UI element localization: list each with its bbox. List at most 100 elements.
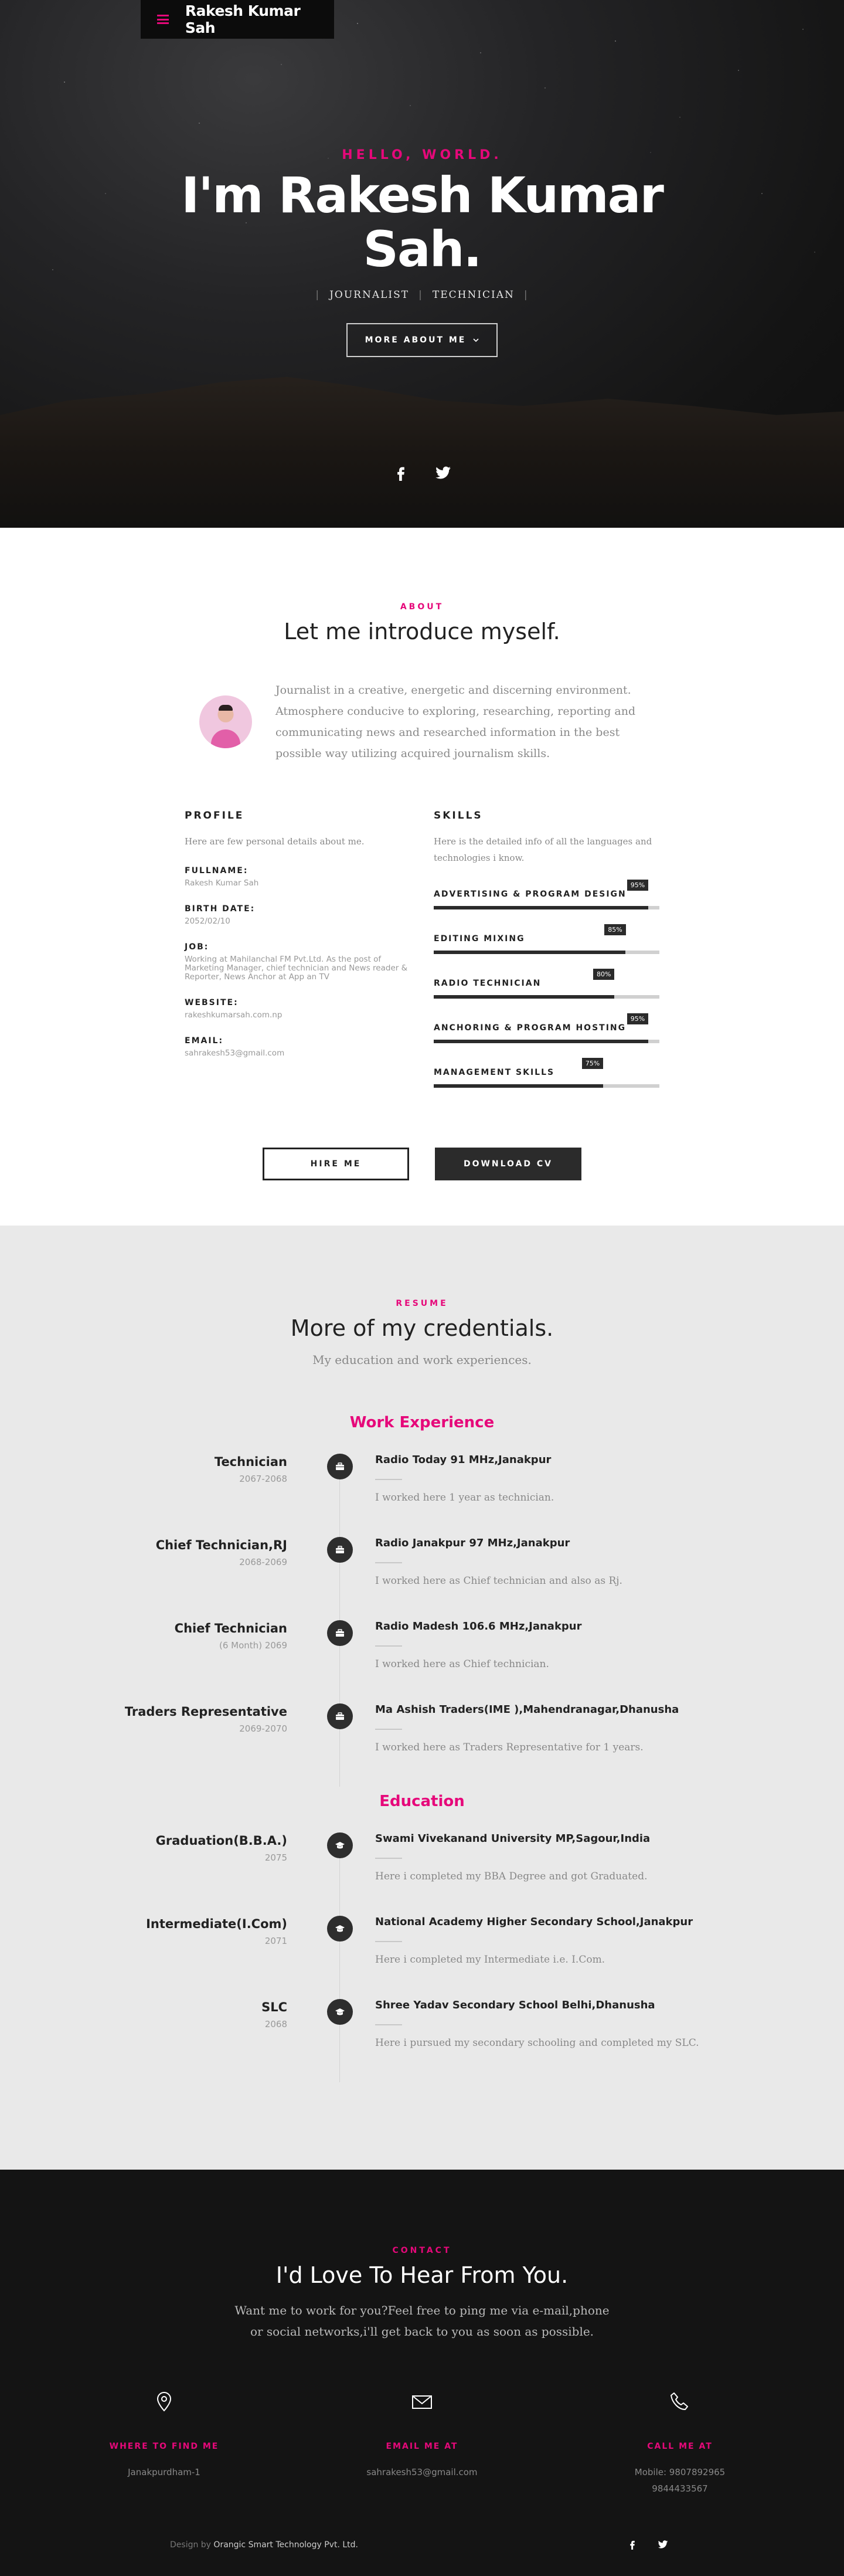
skill-item: MANAGEMENT SKILLS 75% (434, 1058, 659, 1088)
skill-bar: 95% (434, 1013, 659, 1043)
info-label: FULLNAME: (185, 866, 249, 875)
work-timeline: Technician 2067-2068 Radio Today 91 MHz,Ja… (0, 1454, 844, 1787)
phone-line-2[interactable]: 9844433567 (615, 2480, 744, 2497)
timeline-left: Graduation(B.B.A.) 2075 (0, 1832, 287, 1916)
facebook-icon[interactable] (393, 464, 409, 481)
skills-list: ADVERTISING & PROGRAM DESIGN 95% EDITING M… (434, 880, 659, 1088)
twitter-icon[interactable] (435, 464, 451, 481)
location-title: WHERE TO FIND ME (109, 2442, 219, 2451)
email-value[interactable]: sahrakesh53@gmail.com (358, 2464, 486, 2480)
timeline-item: Graduation(B.B.A.) 2075 Swami Vivekanand U… (0, 1832, 844, 1916)
skill-label: RADIO TECHNICIAN (434, 979, 542, 988)
timeline-item: Technician 2067-2068 Radio Today 91 MHz,Ja… (0, 1454, 844, 1537)
skill-bar-fill (434, 951, 626, 954)
graduation-cap-icon (327, 1832, 353, 1858)
timeline-org: Radio Today 91 MHz,Janakpur (375, 1454, 552, 1466)
graduation-cap-icon (327, 1999, 353, 2025)
skill-percent-badge: 95% (627, 1013, 649, 1024)
hero-greeting: HELLO, WORLD. (342, 148, 502, 162)
hire-me-button[interactable]: HIRE ME (263, 1148, 409, 1180)
skill-percent-badge: 80% (593, 969, 615, 980)
twitter-icon[interactable] (658, 2539, 668, 2550)
timeline-item: Intermediate(I.Com) 2071 National Academy … (0, 1916, 844, 1999)
profile-column: PROFILE Here are few personal details ab… (185, 810, 410, 1088)
timeline-org: Radio Madesh 106.6 MHz,Janakpur (375, 1620, 582, 1633)
timeline-title: Graduation(B.B.A.) (155, 1834, 287, 1848)
footer-social-links (627, 2539, 668, 2550)
info-job: JOB: Working at Mahilanchal FM Pvt.Ltd. … (185, 942, 410, 982)
footer-credit-brand[interactable]: Orangic Smart Technology Pvt. Ltd. (213, 2540, 358, 2550)
more-about-me-label: MORE ABOUT ME (365, 335, 467, 345)
contact-lead: Want me to work for you?Feel free to pin… (234, 2303, 610, 2339)
contact-columns: WHERE TO FIND ME Janakpurdham-1 EMAIL ME… (100, 2390, 744, 2497)
graduation-cap-icon (327, 1916, 353, 1942)
info-email: EMAIL: sahrakesh53@gmail.com (185, 1036, 410, 1058)
skill-bar: 80% (434, 969, 659, 999)
about-intro: Journalist in a creative, energetic and … (199, 680, 645, 764)
email-link[interactable]: sahrakesh53@gmail.com (185, 1049, 410, 1058)
info-value: Rakesh Kumar Sah (185, 878, 259, 888)
facebook-icon[interactable] (627, 2539, 638, 2550)
skill-label: ANCHORING & PROGRAM HOSTING (434, 1023, 627, 1033)
briefcase-icon (327, 1703, 353, 1729)
skill-label: MANAGEMENT SKILLS (434, 1068, 555, 1077)
timeline-date: 2069-2070 (239, 1723, 287, 1734)
hero-social-links (0, 464, 844, 481)
timeline-date: (6 Month) 2069 (219, 1640, 287, 1651)
contact-email: EMAIL ME AT sahrakesh53@gmail.com (358, 2390, 486, 2497)
timeline-desc: I worked here 1 year as technician. (375, 1492, 554, 1503)
skill-percent-badge: 95% (627, 880, 649, 891)
info-birth-date: BIRTH DATE: 2052/02/10 (185, 904, 410, 926)
timeline-title: Technician (214, 1455, 287, 1469)
resume-section: RESUME More of my credentials. My educat… (0, 1226, 844, 2170)
timeline-date: 2068-2069 (239, 1557, 287, 1567)
timeline-right: Radio Madesh 106.6 MHz,Janakpur I worked … (375, 1620, 703, 1703)
info-label: WEBSITE: (185, 998, 239, 1007)
timeline-item: Chief Technician,RJ 2068-2069 Radio Janakp… (0, 1537, 844, 1620)
info-label: BIRTH DATE: (185, 904, 256, 914)
contact-title: I'd Love To Hear From You. (275, 2262, 569, 2288)
more-about-me-button[interactable]: MORE ABOUT ME (346, 323, 498, 357)
resume-title: More of my credentials. (290, 1315, 554, 1341)
timeline-desc: I worked here as Traders Representative … (375, 1742, 644, 1753)
briefcase-icon (327, 1620, 353, 1646)
skill-bar-fill (434, 906, 648, 909)
skill-bar: 75% (434, 1058, 659, 1088)
briefcase-icon (327, 1537, 353, 1563)
skill-bar: 95% (434, 880, 659, 909)
about-buttons: HIRE ME DOWNLOAD CV (0, 1148, 844, 1180)
skills-desc: Here is the detailed info of all the lan… (434, 836, 652, 863)
contact-location: WHERE TO FIND ME Janakpurdham-1 (100, 2390, 229, 2497)
contact-section: CONTACT I'd Love To Hear From You. Want … (0, 2170, 844, 2576)
timeline-left: SLC 2068 (0, 1999, 287, 2082)
timeline-rule (375, 1858, 402, 1859)
hero-title: I'm Rakesh Kumar Sah. (181, 167, 664, 278)
timeline-rule (375, 1941, 402, 1942)
skills-title: SKILLS (434, 810, 483, 822)
phone-icon (671, 2392, 688, 2410)
timeline-title: Traders Representative (124, 1705, 287, 1719)
footer-credit: Design by Orangic Smart Technology Pvt. … (170, 2540, 358, 2550)
info-fullname: FULLNAME: Rakesh Kumar Sah (185, 866, 410, 888)
download-cv-button[interactable]: DOWNLOAD CV (435, 1148, 581, 1180)
timeline-title: Chief Technician (174, 1621, 287, 1635)
timeline-date: 2075 (264, 1852, 287, 1863)
footer-credit-prefix: Design by (170, 2540, 211, 2550)
about-kicker: ABOUT (400, 602, 444, 612)
skill-percent-badge: 75% (581, 1058, 604, 1069)
website-link[interactable]: rakeshkumarsah.com.np (185, 1011, 410, 1020)
resume-kicker: RESUME (396, 1299, 448, 1308)
skill-bar: 85% (434, 924, 659, 954)
timeline-desc: Here i completed my BBA Degree and got G… (375, 1871, 648, 1882)
call-value: Mobile: 9807892965 9844433567 (615, 2464, 744, 2497)
call-title: CALL ME AT (647, 2442, 713, 2451)
timeline-desc: Here i pursued my secondary schooling an… (375, 2037, 699, 2049)
timeline-item: Traders Representative 2069-2070 Ma Ashish… (0, 1703, 844, 1787)
timeline-org: Swami Vivekanand University MP,Sagour,In… (375, 1832, 651, 1845)
timeline-left: Traders Representative 2069-2070 (0, 1703, 287, 1787)
timeline-org: National Academy Higher Secondary School… (375, 1916, 693, 1928)
timeline-left: Intermediate(I.Com) 2071 (0, 1916, 287, 1999)
phone-line-1[interactable]: Mobile: 9807892965 (615, 2464, 744, 2480)
skill-percent-badge: 85% (604, 924, 626, 935)
timeline-org: Radio Janakpur 97 MHz,Janakpur (375, 1537, 570, 1549)
